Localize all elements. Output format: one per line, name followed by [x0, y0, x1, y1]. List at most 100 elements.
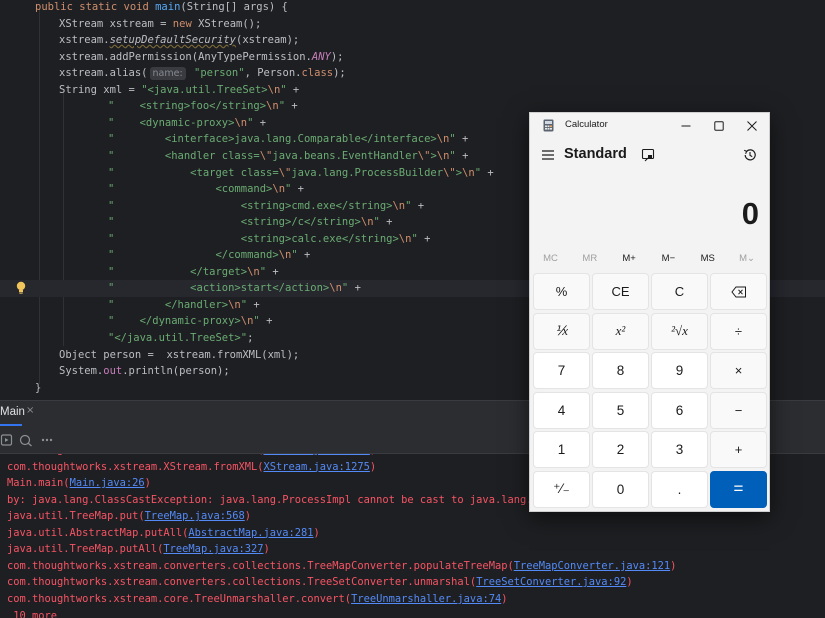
memory-button-mc[interactable]: MC	[531, 250, 570, 268]
three-key[interactable]: 3	[651, 431, 708, 468]
code-token: java.lang.ProcessBuilder	[291, 166, 444, 179]
reciprocal-key[interactable]: ⅟x	[533, 312, 590, 350]
square-root-key[interactable]: ²√x	[651, 312, 708, 350]
code-line-text: " <target class=\"java.lang.ProcessBuild…	[108, 165, 494, 182]
four-key[interactable]: 4	[533, 391, 590, 429]
percent-key[interactable]: %	[533, 273, 590, 310]
more-options-icon[interactable]	[40, 433, 54, 447]
decimal-key[interactable]: .	[651, 470, 708, 508]
key-label: −	[734, 402, 743, 418]
title-bar[interactable]: Calculator	[530, 113, 769, 139]
console-text: 10 more	[7, 609, 58, 618]
rerun-icon[interactable]	[0, 433, 14, 447]
code-line[interactable]: public static void main(String[] args) {	[0, 0, 825, 16]
stack-trace-link[interactable]: XStream.java:1275	[263, 461, 369, 473]
code-token: \n	[247, 265, 260, 278]
code-token: Object person = xstream.fromXML(xml);	[59, 348, 300, 361]
code-token: \n	[278, 249, 292, 262]
code-token: +	[297, 249, 311, 262]
five-key[interactable]: 5	[592, 391, 649, 429]
memory-button-mr[interactable]: MR	[570, 250, 609, 268]
stack-trace-link[interactable]: TreeMap.java:568	[145, 510, 245, 522]
lightbulb-icon[interactable]	[15, 281, 27, 295]
memory-button-ms[interactable]: MS	[688, 250, 727, 268]
negate-key[interactable]: ⁺⁄₋	[533, 470, 590, 508]
plus-key[interactable]: +	[710, 431, 767, 468]
console-text: com.thoughtworks.xstream.XStream.fromXML…	[7, 460, 264, 473]
stack-trace-link[interactable]: TreeMap.java:327	[163, 543, 263, 555]
console-text: )	[244, 510, 251, 523]
calculator-window: Calculator Standard 0 MC MR M+ M− MS M⌄ % CE C ⅟…	[529, 112, 770, 512]
window-title: Calculator	[565, 119, 608, 130]
code-line[interactable]: xstream.alias(name: "person", Person.cla…	[0, 65, 825, 82]
code-line-text: String xml = "<java.util.TreeSet>\n" +	[59, 82, 299, 99]
code-token: \n	[234, 116, 248, 129]
minimize-button[interactable]	[672, 115, 700, 137]
code-line[interactable]: String xml = "<java.util.TreeSet>\n" +	[0, 82, 825, 99]
code-token: " <string>/c</string>	[108, 216, 361, 229]
code-line[interactable]: xstream.addPermission(AnyTypePermission.…	[0, 49, 825, 66]
stack-trace-link[interactable]: TreeMapConverter.java:121	[514, 560, 670, 572]
code-line-text: " </command>\n" +	[108, 247, 310, 264]
parameter-hint: name:	[149, 67, 186, 81]
console-line: by: java.lang.ClassCastException: java.l…	[7, 492, 576, 509]
code-token: \n	[462, 166, 475, 179]
keep-on-top-icon[interactable]	[640, 147, 656, 163]
two-key[interactable]: 2	[592, 431, 649, 468]
code-token: +	[379, 216, 393, 229]
stack-trace-link[interactable]: TreeUnmarshaller.java:74	[351, 593, 501, 605]
one-key[interactable]: 1	[533, 431, 590, 468]
zero-key[interactable]: 0	[592, 470, 649, 508]
code-token: ANY	[311, 50, 331, 63]
six-key[interactable]: 6	[651, 391, 708, 429]
stack-trace-link[interactable]: Main.java:26	[70, 477, 145, 489]
divide-key[interactable]: ÷	[710, 312, 767, 350]
code-line-text: " <string>/c</string>\n" +	[108, 214, 393, 231]
code-token: \n	[228, 298, 241, 311]
square-key[interactable]: x²	[592, 312, 649, 350]
run-tab-main[interactable]: Main	[0, 406, 25, 418]
code-line[interactable]: xstream.setupDefaultSecurity(xstream);	[0, 32, 825, 49]
clear-key[interactable]: C	[651, 273, 708, 310]
code-token: XStream();	[198, 17, 262, 30]
stack-trace-link[interactable]: TreeSetConverter.java:92	[476, 576, 626, 588]
memory-button-mminus[interactable]: M−	[649, 250, 688, 268]
code-token: );	[330, 50, 344, 63]
code-line-text: " <dynamic-proxy>\n" +	[108, 115, 266, 132]
console-text: com.thoughtworks.xstream.core.TreeUnmars…	[7, 592, 352, 605]
key-label: ÷	[734, 323, 743, 339]
camera-icon[interactable]	[19, 433, 33, 447]
nine-key[interactable]: 9	[651, 352, 708, 389]
code-token: main	[155, 1, 181, 13]
code-line[interactable]: XStream xstream = new XStream();	[0, 16, 825, 33]
minus-key[interactable]: −	[710, 391, 767, 429]
clear-entry-key[interactable]: CE	[592, 273, 649, 310]
key-label: 2	[616, 442, 625, 457]
eight-key[interactable]: 8	[592, 352, 649, 389]
memory-row: MC MR M+ M− MS M⌄	[530, 250, 769, 268]
code-token: (String[] args) {	[180, 1, 288, 13]
code-line-text: XStream xstream = new XStream();	[59, 16, 261, 33]
memory-button-mplus[interactable]: M+	[610, 250, 649, 268]
equals-key[interactable]: =	[710, 470, 767, 508]
stack-trace-link[interactable]: AbstractMap.java:281	[188, 527, 313, 539]
multiply-key[interactable]: ×	[710, 352, 767, 389]
history-icon[interactable]	[742, 147, 758, 163]
result-display: 0	[741, 196, 759, 231]
maximize-button[interactable]	[705, 115, 733, 137]
code-token: \n	[392, 199, 406, 212]
seven-key[interactable]: 7	[533, 352, 590, 389]
backspace-key[interactable]	[710, 273, 767, 310]
code-token: .println(person);	[122, 365, 230, 378]
code-token: , Person.	[244, 67, 302, 80]
code-line-text: "</java.util.TreeSet>";	[108, 330, 253, 347]
close-button[interactable]	[738, 115, 766, 137]
memory-button-mlist[interactable]: M⌄	[728, 250, 767, 268]
key-label: ⁺⁄₋	[553, 481, 570, 496]
hamburger-menu-icon[interactable]	[540, 147, 556, 163]
close-icon[interactable]: ×	[26, 405, 34, 416]
code-line-text: xstream.setupDefaultSecurity(xstream);	[59, 32, 299, 49]
stack-trace-link[interactable]: XStream.java:1264	[263, 454, 369, 456]
code-token: " </handler>	[108, 298, 229, 311]
code-token: +	[348, 282, 361, 295]
